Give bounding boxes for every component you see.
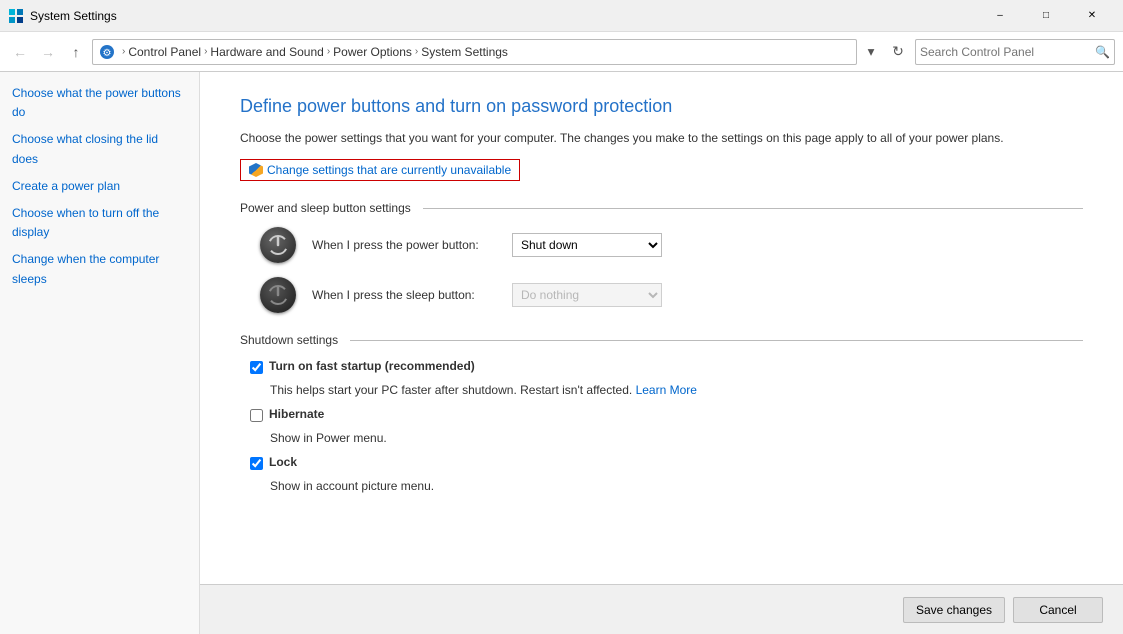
nav-choose-close-lid[interactable]: Choose what closing the lid does <box>0 126 199 172</box>
description: Choose the power settings that you want … <box>240 129 1083 147</box>
power-button-dropdown[interactable]: Do nothing Sleep Hibernate Shut down Tur… <box>512 233 662 257</box>
sleep-button-dropdown[interactable]: Do nothing Sleep <box>512 283 662 307</box>
left-nav: Choose what the power buttons do Choose … <box>0 72 200 634</box>
hibernate-label[interactable]: Hibernate <box>269 407 324 421</box>
sleep-button-label: When I press the sleep button: <box>312 288 512 302</box>
window-title: System Settings <box>30 9 977 23</box>
change-settings-link[interactable]: Change settings that are currently unava… <box>240 159 520 181</box>
shutdown-section: Shutdown settings Turn on fast startup (… <box>240 333 1083 494</box>
address-bar: ← → ↑ ⚙ › Control Panel › Hardware and S… <box>0 32 1123 72</box>
search-input[interactable] <box>920 45 1095 59</box>
refresh-button[interactable]: ↻ <box>885 39 911 65</box>
breadcrumb-system-settings[interactable]: System Settings <box>421 45 508 59</box>
breadcrumb-hardware[interactable]: Hardware and Sound <box>210 45 323 59</box>
learn-more-link[interactable]: Learn More <box>636 383 697 397</box>
uac-shield-icon <box>249 163 263 177</box>
lock-checkbox-row: Lock <box>240 455 1083 470</box>
sleep-symbol-svg <box>267 284 289 306</box>
fast-startup-label[interactable]: Turn on fast startup (recommended) <box>269 359 475 373</box>
power-symbol-svg <box>267 234 289 256</box>
nav-create-power-plan[interactable]: Create a power plan <box>0 173 199 200</box>
lock-label[interactable]: Lock <box>269 455 297 469</box>
sleep-button-row: When I press the sleep button: Do nothin… <box>240 277 1083 313</box>
hibernate-description: Show in Power menu. <box>240 430 1083 447</box>
minimize-button[interactable]: – <box>977 0 1023 32</box>
breadcrumb-power-options[interactable]: Power Options <box>333 45 412 59</box>
sleep-button-icon <box>260 277 296 313</box>
lock-checkbox[interactable] <box>250 457 263 470</box>
power-button-row: When I press the power button: Do nothin… <box>240 227 1083 263</box>
back-button[interactable]: ← <box>8 40 32 64</box>
svg-text:⚙: ⚙ <box>103 48 112 59</box>
breadcrumb-control-panel[interactable]: Control Panel <box>128 45 201 59</box>
search-icon: 🔍 <box>1095 45 1110 59</box>
app-icon <box>8 8 24 24</box>
fast-startup-description: This helps start your PC faster after sh… <box>240 382 1083 399</box>
main-layout: Choose what the power buttons do Choose … <box>0 72 1123 634</box>
close-button[interactable]: ✕ <box>1069 0 1115 32</box>
nav-choose-sleep[interactable]: Choose when to turn off the display <box>0 200 199 246</box>
hibernate-checkbox-row: Hibernate <box>240 407 1083 422</box>
up-button[interactable]: ↑ <box>64 40 88 64</box>
cancel-button[interactable]: Cancel <box>1013 597 1103 623</box>
hibernate-checkbox[interactable] <box>250 409 263 422</box>
shutdown-section-header: Shutdown settings <box>240 333 1083 347</box>
forward-button[interactable]: → <box>36 40 60 64</box>
power-sleep-section-header: Power and sleep button settings <box>240 201 1083 215</box>
breadcrumb-bar: ⚙ › Control Panel › Hardware and Sound ›… <box>92 39 857 65</box>
window-controls: – □ ✕ <box>977 0 1115 32</box>
save-changes-button[interactable]: Save changes <box>903 597 1005 623</box>
title-bar: System Settings – □ ✕ <box>0 0 1123 32</box>
content-area: Define power buttons and turn on passwor… <box>200 72 1123 634</box>
power-button-label: When I press the power button: <box>312 238 512 252</box>
search-box: 🔍 <box>915 39 1115 65</box>
fast-startup-checkbox-row: Turn on fast startup (recommended) <box>240 359 1083 374</box>
lock-description: Show in account picture menu. <box>240 478 1083 495</box>
nav-change-sleep[interactable]: Change when the computer sleeps <box>0 246 199 292</box>
nav-choose-power-plan[interactable]: Choose what the power buttons do <box>0 80 199 126</box>
breadcrumb-icon: ⚙ <box>99 44 115 60</box>
change-settings-label: Change settings that are currently unava… <box>267 163 511 177</box>
power-button-icon <box>260 227 296 263</box>
page-title: Define power buttons and turn on passwor… <box>240 96 1083 117</box>
maximize-button[interactable]: □ <box>1023 0 1069 32</box>
breadcrumb-dropdown-button[interactable]: ▾ <box>861 39 881 65</box>
bottom-bar: Save changes Cancel <box>200 584 1123 634</box>
fast-startup-checkbox[interactable] <box>250 361 263 374</box>
